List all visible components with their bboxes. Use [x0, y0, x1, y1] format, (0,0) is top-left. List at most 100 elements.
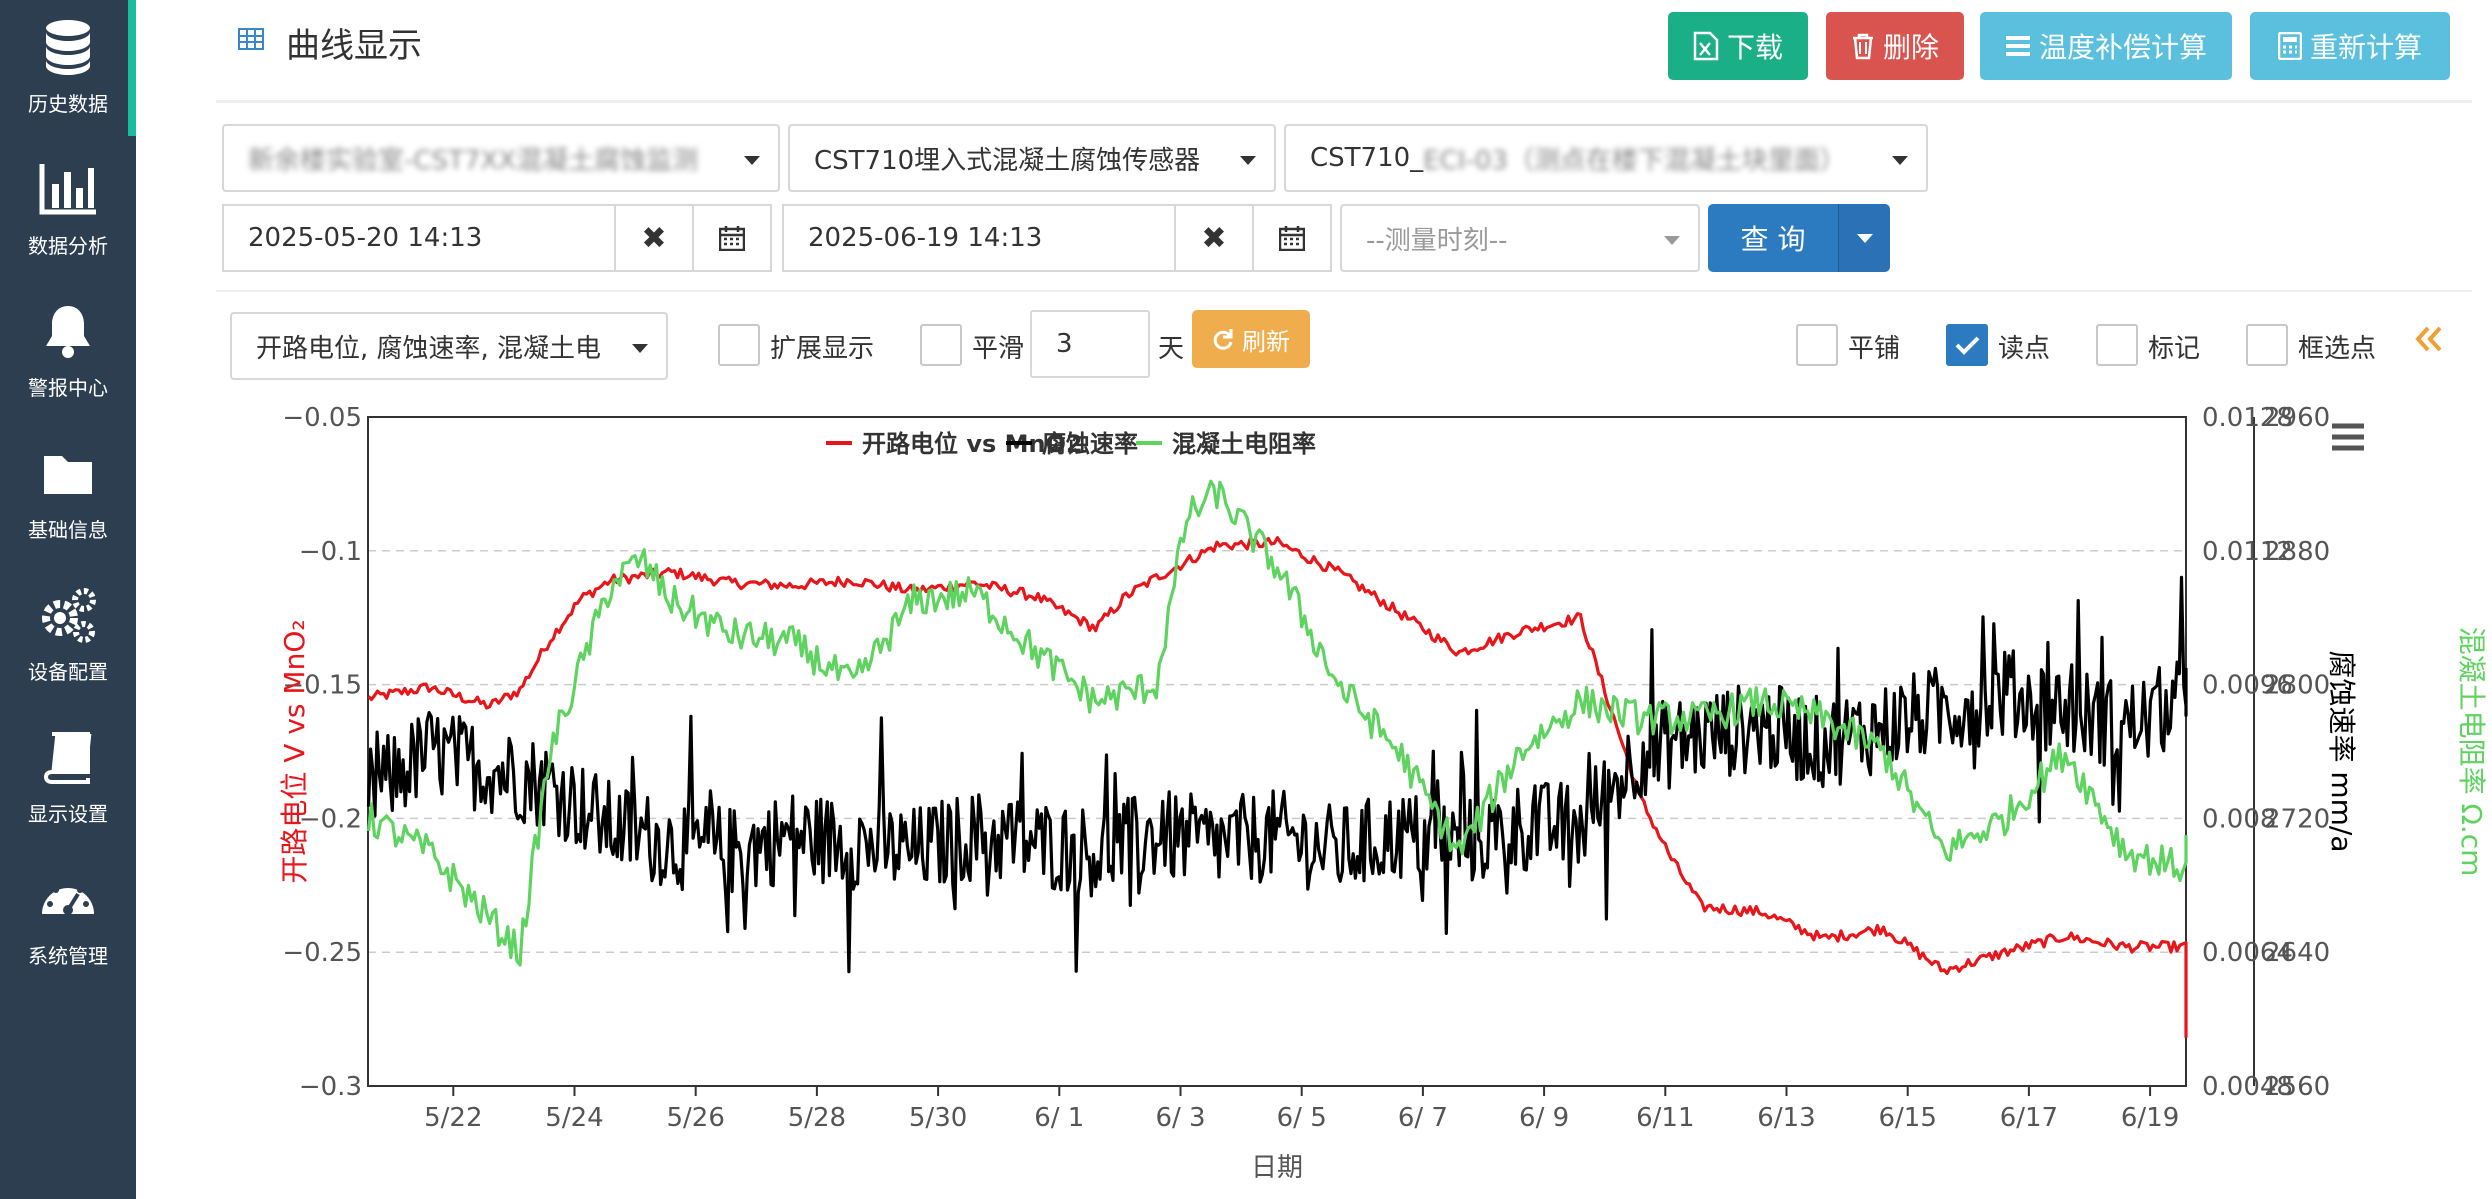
query-button[interactable]: 查 询 [1708, 204, 1838, 272]
sensor-type-select[interactable]: CST710埋入式混凝土腐蚀传感器 [788, 124, 1276, 192]
query-label: 查 询 [1740, 223, 1806, 256]
delete-button[interactable]: 删除 [1826, 12, 1964, 80]
delete-label: 删除 [1882, 31, 1939, 64]
sidebar-item-label: 历史数据 [28, 92, 108, 116]
query-dropdown-button[interactable] [1838, 204, 1890, 272]
refresh-label: 刷新 [1242, 327, 1290, 356]
download-label: 下载 [1726, 31, 1783, 64]
bell-icon [46, 306, 90, 358]
sensor-id-prefix: CST710_ [1310, 143, 1424, 173]
sidebar-item-label: 系统管理 [28, 944, 108, 968]
legend-item-label: 腐蚀速率 [1042, 430, 1138, 458]
calendar-icon [1279, 226, 1305, 251]
sensor-type-value: CST710埋入式混凝土腐蚀传感器 [814, 145, 1201, 176]
page-title: 曲线显示 [286, 26, 422, 66]
check-icon [1955, 336, 1980, 355]
recalculate-button[interactable]: 重新计算 [2250, 12, 2450, 80]
folder-icon [44, 456, 92, 494]
x-axis-tick-label: 5/26 [666, 1103, 724, 1133]
read-point-checkbox[interactable] [1946, 324, 1988, 366]
excel-file-icon [1693, 31, 1719, 61]
sidebar-item-display-settings[interactable]: 显示设置 [0, 710, 136, 846]
trash-icon [1852, 33, 1873, 60]
chevron-down-icon [1856, 233, 1873, 243]
header-divider [216, 100, 2472, 103]
x-axis-tick-label: 6/ 9 [1519, 1103, 1569, 1133]
sidebar-item-analysis[interactable]: 数据分析 [0, 142, 136, 278]
sidebar-item-label: 警报中心 [28, 376, 108, 400]
smooth-label: 平滑 [972, 334, 1025, 364]
series-select[interactable]: 开路电位, 腐蚀速率, 混凝土电 [230, 312, 668, 380]
x-axis-tick-label: 6/ 1 [1034, 1103, 1084, 1133]
smooth-days-input[interactable]: 3 [1030, 310, 1150, 378]
double-chevron-left-icon[interactable] [2412, 322, 2446, 356]
extend-display-checkbox[interactable] [718, 324, 760, 366]
x-axis-tick-label: 6/ 7 [1398, 1103, 1448, 1133]
legend-item-label: 混凝土电阻率 [1172, 430, 1316, 458]
sidebar: 历史数据 数据分析 警报中心 基础信息 设备配置 显示设置 系统管理 [0, 0, 136, 1199]
sidebar-item-history[interactable]: 历史数据 [0, 0, 136, 136]
temperature-compensation-label: 温度补偿计算 [2038, 31, 2207, 64]
left-axis-tick-label: −0.05 [282, 403, 362, 433]
end-date-value: 2025-06-19 14:13 [808, 223, 1043, 253]
end-date-input[interactable]: 2025-06-19 14:13 [782, 204, 1176, 272]
series-select-value: 开路电位, 腐蚀速率, 混凝土电 [256, 333, 602, 364]
bar-chart-icon [39, 164, 96, 215]
chevron-down-icon [1240, 156, 1256, 165]
close-icon: ✖ [641, 220, 667, 256]
sidebar-item-label: 数据分析 [28, 234, 108, 258]
start-date-input[interactable]: 2025-05-20 14:13 [222, 204, 616, 272]
x-axis-tick-label: 5/30 [909, 1103, 967, 1133]
mark-checkbox[interactable] [2096, 324, 2138, 366]
smooth-checkbox[interactable] [920, 324, 962, 366]
box-select-checkbox[interactable] [2246, 324, 2288, 366]
book-icon [43, 732, 92, 784]
end-date-calendar-button[interactable] [1252, 204, 1332, 272]
table-icon [238, 28, 264, 50]
box-select-label: 框选点 [2298, 334, 2377, 364]
sidebar-item-device-config[interactable]: 设备配置 [0, 568, 136, 704]
series-line-potential [367, 536, 2188, 1038]
filter-divider [216, 290, 2472, 292]
sidebar-item-basic-info[interactable]: 基础信息 [0, 426, 136, 562]
mark-label: 标记 [2148, 334, 2201, 364]
refresh-button[interactable]: 刷新 [1192, 310, 1310, 368]
smooth-days-value: 3 [1056, 329, 1073, 359]
extend-display-label: 扩展显示 [770, 334, 875, 364]
clear-end-date-button[interactable]: ✖ [1174, 204, 1254, 272]
tile-checkbox[interactable] [1796, 324, 1838, 366]
resistivity-axis-tick-label: 2720 [2264, 804, 2330, 834]
start-date-calendar-button[interactable] [692, 204, 772, 272]
left-axis-tick-label: −0.1 [299, 537, 362, 567]
calendar-icon [719, 226, 745, 251]
download-button[interactable]: 下载 [1668, 12, 1808, 80]
x-axis-tick-label: 6/19 [2121, 1103, 2179, 1133]
x-axis-tick-label: 6/ 5 [1277, 1103, 1327, 1133]
chevron-down-icon [744, 156, 760, 165]
x-axis-tick-label: 6/17 [2000, 1103, 2058, 1133]
x-axis-tick-label: 5/24 [545, 1103, 603, 1133]
left-axis-tick-label: −0.3 [299, 1072, 362, 1102]
sidebar-item-alarm[interactable]: 警报中心 [0, 284, 136, 420]
x-axis-tick-label: 5/22 [424, 1103, 482, 1133]
sidebar-item-label: 显示设置 [28, 802, 108, 826]
sensor-id-select[interactable]: CST710_ ECI-03（测点在楼下混凝土块里面） [1284, 124, 1928, 192]
database-icon [46, 20, 90, 75]
resistivity-axis-tick-label: 2800 [2264, 671, 2330, 701]
refresh-icon [1213, 329, 1233, 350]
calculator-icon [2277, 32, 2302, 60]
main-content: 曲线显示 下载 删除 温度补偿计算 重新计算 新余楼实验室-CST7XX混凝土腐… [136, 0, 2492, 1199]
measure-time-placeholder: --测量时刻-- [1366, 225, 1508, 256]
sidebar-item-system[interactable]: 系统管理 [0, 852, 136, 988]
x-axis-tick-label: 6/11 [1636, 1103, 1694, 1133]
measure-time-select[interactable]: --测量时刻-- [1340, 204, 1700, 272]
site-select[interactable]: 新余楼实验室-CST7XX混凝土腐蚀监测 [222, 124, 780, 192]
x-axis-title: 日期 [1251, 1153, 1303, 1183]
series-line-corrosion-rate [366, 575, 2188, 974]
clear-start-date-button[interactable]: ✖ [614, 204, 694, 272]
chart-menu-icon[interactable] [2330, 422, 2366, 452]
site-select-value: 新余楼实验室-CST7XX混凝土腐蚀监测 [248, 145, 699, 176]
close-icon: ✖ [1201, 220, 1227, 256]
temperature-compensation-button[interactable]: 温度补偿计算 [1980, 12, 2232, 80]
gears-icon [42, 588, 96, 643]
